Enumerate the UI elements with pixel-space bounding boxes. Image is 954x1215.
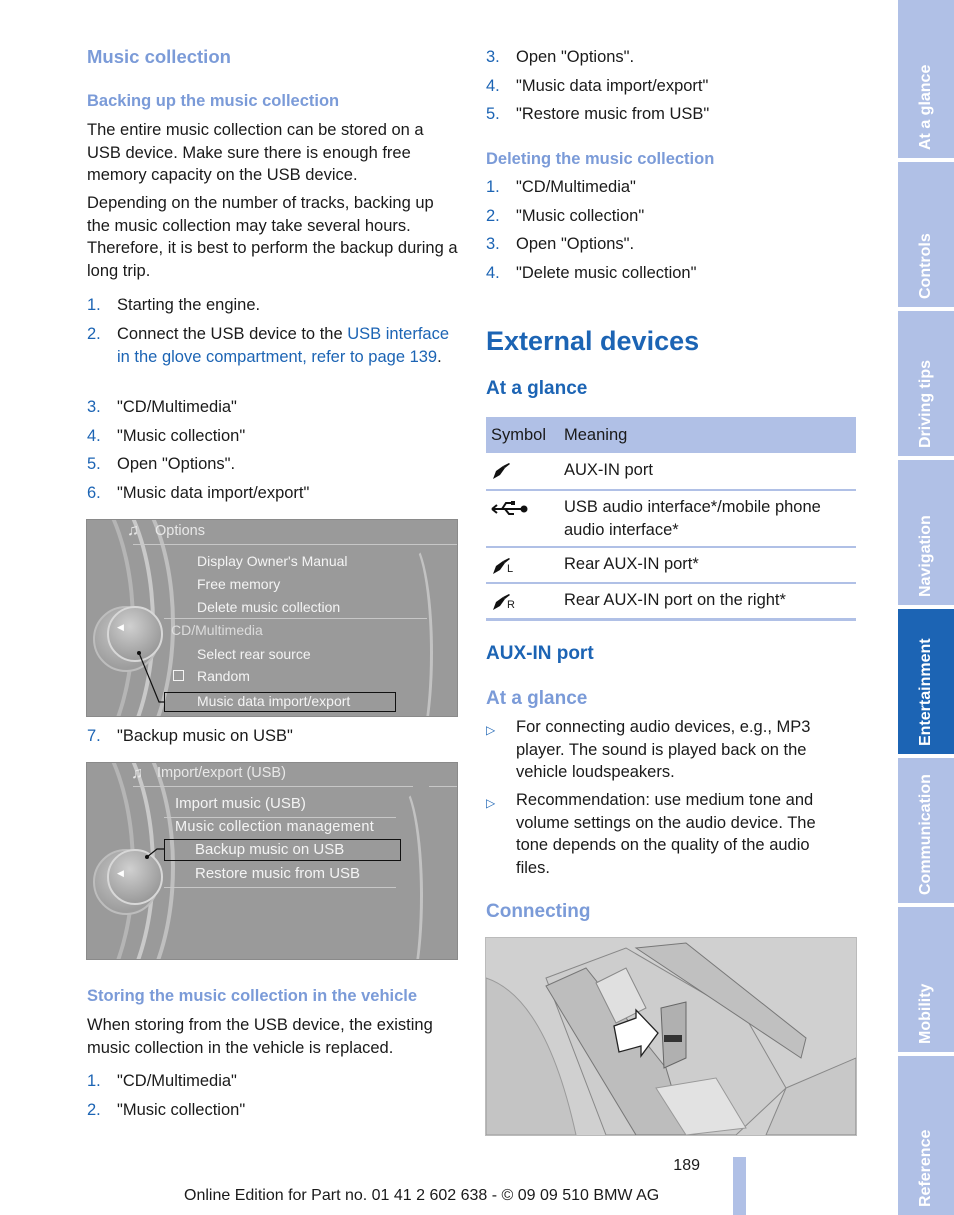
table-bottom-rule <box>486 618 856 621</box>
tab-navigation[interactable]: Navigation <box>898 460 954 605</box>
page-marker-bar <box>733 1157 746 1215</box>
aux-in-title: AUX-IN port <box>486 643 594 664</box>
list-number: 3. <box>486 235 500 253</box>
idrive-options-screen: ♫ Options Display Owner's Manual Free me… <box>86 519 458 717</box>
icon-subscript: L <box>507 563 514 575</box>
backup-para-1: The entire music collection can be store… <box>87 121 424 184</box>
list-text: "CD/Multimedia" <box>117 1072 237 1090</box>
list-number: 4. <box>486 264 500 282</box>
triangle-bullet-icon: ▷ <box>486 723 496 737</box>
table-cell-meaning: USB audio interface*/mobile phone audio … <box>564 498 821 539</box>
connecting-heading: Connecting <box>486 901 591 922</box>
tab-label: Entertainment <box>917 638 934 746</box>
edition-footer: Online Edition for Part no. 01 41 2 602 … <box>184 1187 660 1204</box>
list-text: Starting the engine. <box>117 296 261 314</box>
pointer-line <box>145 848 164 859</box>
list-text-before: Connect the USB device to the <box>117 325 348 343</box>
list-number: 3. <box>486 48 500 66</box>
table-cell-meaning: AUX-IN port <box>564 461 653 479</box>
list-number: 7. <box>87 727 101 745</box>
tab-label: Driving tips <box>917 359 934 448</box>
section-title: Music collection <box>87 46 231 67</box>
tab-driving-tips[interactable]: Driving tips <box>898 311 954 456</box>
page-number: 189 <box>673 1157 700 1174</box>
list-text: "CD/Multimedia" <box>117 398 237 416</box>
row-divider <box>486 489 856 491</box>
table-cell-meaning: Rear AUX-IN port on the right* <box>564 591 786 609</box>
external-devices-title: External devices <box>486 326 700 356</box>
list-text: "Delete music collection" <box>516 264 697 282</box>
tab-label: Mobility <box>917 983 934 1044</box>
storing-heading: Storing the music collection in the vehi… <box>87 987 418 1005</box>
at-a-glance-heading: At a glance <box>486 378 588 399</box>
list-text: "Backup music on USB" <box>117 727 293 745</box>
table-header-symbol: Symbol <box>491 426 547 444</box>
list-text: Connect the USB device to the USB interf… <box>117 323 457 368</box>
table-header-meaning: Meaning <box>564 426 628 444</box>
aux-at-a-glance-heading: At a glance <box>486 688 588 709</box>
tab-at-a-glance[interactable]: At a glance <box>898 0 954 158</box>
tab-label: Reference <box>917 1129 934 1207</box>
aux-plug-icon <box>493 463 510 479</box>
list-number: 5. <box>87 455 101 473</box>
tab-label: Controls <box>917 233 934 299</box>
list-number: 4. <box>486 77 500 95</box>
deleting-heading: Deleting the music collection <box>486 150 715 168</box>
tab-controls[interactable]: Controls <box>898 162 954 307</box>
list-number: 2. <box>87 325 101 343</box>
backup-heading: Backing up the music collection <box>87 92 340 110</box>
list-text-after: . <box>437 347 442 366</box>
tab-label: Communication <box>917 774 934 895</box>
list-text: "Restore music from USB" <box>516 105 710 123</box>
triangle-bullet-icon: ▷ <box>486 796 496 810</box>
tab-entertainment[interactable]: Entertainment <box>898 609 954 754</box>
list-text: "Music data import/export" <box>117 484 310 502</box>
list-text: Open "Options". <box>117 455 236 473</box>
list-text: "Music collection" <box>117 1101 246 1119</box>
list-text: "CD/Multimedia" <box>516 178 636 196</box>
bullet-item: ▷ For connecting audio devices, e.g., MP… <box>486 716 856 786</box>
list-text: "Music data import/export" <box>516 77 709 95</box>
list-number: 1. <box>486 178 500 196</box>
row-divider <box>486 546 856 548</box>
list-item: 2. Connect the USB device to the USB int… <box>87 323 459 393</box>
list-number: 3. <box>87 398 101 416</box>
console-drawing <box>486 938 856 1135</box>
tab-mobility[interactable]: Mobility <box>898 907 954 1052</box>
idrive-import-export-screen: ♫ Import/export (USB) Import music (USB)… <box>86 762 458 960</box>
tab-label: At a glance <box>917 64 934 150</box>
pointer-line <box>137 651 164 703</box>
storing-para: When storing from the USB device, the ex… <box>87 1016 433 1057</box>
list-number: 2. <box>87 1101 101 1119</box>
bullet-text: Recommendation: use medium tone and volu… <box>516 791 816 877</box>
row-divider <box>486 582 856 584</box>
table-cell-meaning: Rear AUX-IN port* <box>564 555 699 573</box>
list-number: 5. <box>486 105 500 123</box>
list-number: 1. <box>87 1072 101 1090</box>
usb-icon <box>491 501 528 515</box>
list-number: 2. <box>486 207 500 225</box>
list-text: "Music collection" <box>516 207 645 225</box>
tab-communication[interactable]: Communication <box>898 758 954 903</box>
list-text: Open "Options". <box>516 235 635 253</box>
list-number: 4. <box>87 427 101 445</box>
icon-subscript: R <box>507 599 515 611</box>
bullet-text: For connecting audio devices, e.g., MP3 … <box>516 718 811 781</box>
list-number: 1. <box>87 296 101 314</box>
tab-label: Navigation <box>917 515 934 597</box>
backup-para-2: Depending on the number of tracks, backi… <box>87 194 458 280</box>
list-number: 6. <box>87 484 101 502</box>
bullet-item: ▷ Recommendation: use medium tone and vo… <box>486 789 856 881</box>
tab-reference[interactable]: Reference <box>898 1056 954 1215</box>
center-console-illustration <box>485 937 857 1136</box>
list-text: "Music collection" <box>117 427 246 445</box>
list-text: Open "Options". <box>516 48 635 66</box>
